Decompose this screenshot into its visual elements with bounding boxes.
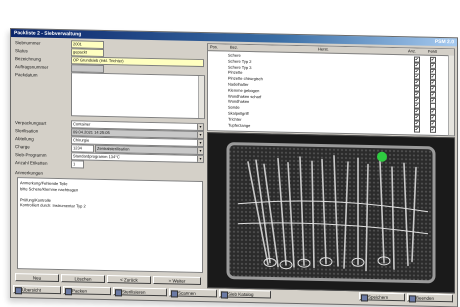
- app-window: Packliste 2 - Siebverwaltung PSM 2.0 Sie…: [10, 28, 458, 307]
- window-title: Packliste 2 - Siebverwaltung: [14, 30, 82, 38]
- row-name: Klemme gebogen: [228, 87, 260, 94]
- form-buttons: Neu Löschen < Zurück > Weiter: [13, 273, 205, 286]
- field-label: Anzahl Etiketten: [15, 160, 48, 166]
- sterilize-icon: [115, 289, 122, 297]
- row-name: Wundhaken: [228, 98, 250, 105]
- grid-header-cell[interactable]: Bez.: [230, 45, 238, 51]
- select-value: Container: [73, 121, 91, 127]
- toolbar-label: Scannen: [178, 290, 196, 296]
- grid-header-cell[interactable]: Pos.: [210, 44, 218, 50]
- notes-label: Anmerkungen: [15, 170, 44, 176]
- scan-icon: [171, 290, 178, 298]
- toolbar-uebersicht[interactable]: Übersicht: [13, 285, 61, 295]
- field-label: Sterilisation: [15, 128, 39, 134]
- toolbar-label: Sieb Katalog: [228, 291, 254, 298]
- field-label: Bezeichnung: [15, 56, 42, 62]
- field-label: Auftragsnummer: [15, 64, 49, 70]
- chevron-down-icon[interactable]: ▾: [197, 131, 203, 139]
- field-label: Siebnummer: [15, 40, 41, 46]
- new-button-label: Neu: [32, 275, 42, 281]
- row-name: Sonde: [228, 104, 240, 110]
- row-name: Schere Typ 2: [228, 58, 252, 64]
- row-name: Tupferzange: [228, 122, 251, 128]
- overview-icon: [15, 287, 22, 295]
- chevron-down-icon[interactable]: ▾: [197, 147, 203, 155]
- count-checkbox[interactable]: [414, 126, 420, 133]
- delete-button-label: Löschen: [74, 276, 92, 282]
- scrollbar[interactable]: [198, 75, 204, 119]
- field-label: Sieb-Programm: [15, 152, 47, 158]
- field-label: Abteilung: [15, 136, 34, 142]
- pack-icon: [65, 288, 72, 296]
- field-label: Packdatum: [15, 72, 38, 78]
- field-label: Charge: [15, 144, 30, 150]
- delete-button[interactable]: Löschen: [61, 274, 105, 283]
- right-pane: Pos. Bez. Herst. Anz. Fehlt SchereSchere…: [207, 43, 455, 294]
- exit-icon: [409, 295, 416, 303]
- etiketten-input[interactable]: 1: [71, 160, 84, 169]
- select-value: Standardprogramm 134°C: [73, 153, 120, 160]
- toolbar-packen[interactable]: Packen: [63, 286, 111, 296]
- prev-button-label: < Zurück: [120, 277, 138, 283]
- toolbar-scannen[interactable]: Scannen: [169, 288, 217, 298]
- row-name: Trichter: [228, 116, 242, 122]
- row-name: Skalpellgriff: [228, 110, 249, 116]
- detail-form: Siebnummer 2001 Status gepackt Bezeichnu…: [13, 39, 205, 275]
- field-label: Verpackungsart: [15, 120, 47, 126]
- grid-header-cell[interactable]: Fehlt: [428, 49, 437, 55]
- chevron-down-icon[interactable]: ▾: [197, 139, 203, 147]
- row-name: Wundhaken scharf: [228, 93, 262, 99]
- toolbar-label: Übersicht: [22, 287, 42, 293]
- grid-scrollbar[interactable]: [448, 55, 454, 136]
- field-label: Status: [15, 48, 28, 54]
- window-title-right: PSM 2.0: [434, 38, 454, 46]
- next-button-label: > Weiter: [168, 278, 186, 284]
- row-name: Pinzette: [228, 69, 243, 76]
- next-button[interactable]: > Weiter: [153, 275, 201, 286]
- row-name: Schere Typ 3: [228, 64, 252, 70]
- notes-textarea[interactable]: Anmerkung/Fehlende Teile bitte Schere/Kl…: [17, 177, 203, 274]
- select-value: 09.04.2021 14:25:05: [73, 129, 110, 136]
- row-name: Nadelhalter: [228, 81, 249, 87]
- toolbar-katalog[interactable]: Sieb Katalog: [219, 289, 271, 299]
- new-button[interactable]: Neu: [15, 273, 59, 283]
- save-button[interactable]: Speichern: [359, 292, 405, 302]
- toolbar-label: Beenden: [416, 295, 435, 301]
- instrument-grid: Pos. Bez. Herst. Anz. Fehlt SchereSchere…: [207, 43, 455, 137]
- toolbar-label: Speichern: [368, 294, 389, 300]
- missing-checkbox[interactable]: [430, 126, 436, 133]
- row-name: Schere: [228, 52, 241, 58]
- row-name: Pinzette chirurgisch: [228, 75, 263, 82]
- grid-header-cell[interactable]: Herst.: [318, 46, 329, 52]
- select-value: Chirurgie: [73, 137, 90, 143]
- packdatum-textarea[interactable]: [71, 72, 205, 120]
- prev-button[interactable]: < Zurück: [107, 275, 151, 284]
- sieb-photo: [207, 132, 455, 294]
- toolbar-sterilisieren[interactable]: Sterilisieren: [113, 287, 167, 297]
- chevron-down-icon[interactable]: ▾: [197, 123, 203, 131]
- catalog-icon: [221, 291, 228, 299]
- grid-header-cell[interactable]: Anz.: [408, 48, 416, 54]
- instrument-tray-image: [208, 133, 454, 293]
- select-value: Zentralsterilisation: [97, 145, 130, 152]
- toolbar-label: Sterilisieren: [122, 289, 146, 295]
- toolbar-label: Packen: [72, 288, 88, 294]
- chevron-down-icon[interactable]: ▾: [197, 155, 203, 163]
